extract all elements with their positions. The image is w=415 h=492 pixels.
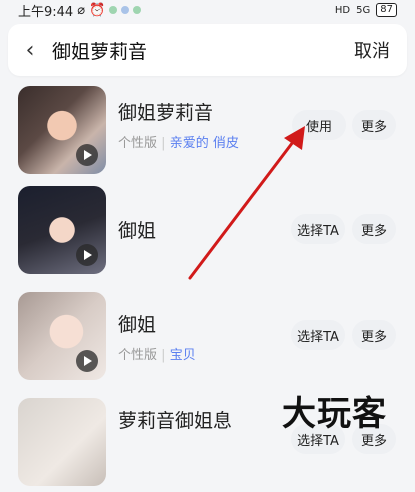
notification-icon bbox=[133, 6, 142, 14]
voice-name: 御姐萝莉音 bbox=[118, 102, 214, 124]
voice-thumbnail[interactable] bbox=[18, 398, 106, 486]
more-button[interactable]: 更多 bbox=[352, 320, 396, 350]
voice-meta: 个性版 | 宝贝 bbox=[118, 348, 196, 363]
voice-name: 御姐 bbox=[118, 314, 157, 336]
voice-tags: 宝贝 bbox=[169, 348, 196, 363]
list-item[interactable]: 御姐 个性版 | 宝贝 选择TA 更多 bbox=[0, 288, 415, 386]
more-button[interactable]: 更多 bbox=[352, 214, 396, 244]
list-item[interactable]: 御姐 选择TA 更多 bbox=[0, 182, 415, 280]
play-icon[interactable] bbox=[76, 350, 98, 372]
alarm-icon: ⏰ bbox=[89, 2, 106, 18]
more-button[interactable]: 更多 bbox=[352, 110, 396, 140]
search-bar: ‹ 御姐萝莉音 取消 bbox=[8, 24, 407, 76]
use-button[interactable]: 使用 bbox=[292, 110, 346, 140]
play-icon[interactable] bbox=[76, 244, 98, 266]
voice-thumbnail[interactable] bbox=[18, 186, 106, 274]
mute-icon: ⌀ bbox=[77, 2, 86, 18]
select-button[interactable]: 选择TA bbox=[291, 214, 345, 244]
cancel-button[interactable]: 取消 bbox=[337, 37, 407, 63]
status-bar: 上午9:44 ⌀ ⏰ HD 5G 87 bbox=[0, 0, 415, 20]
notification-icon bbox=[121, 6, 130, 14]
watermark: 大玩客 bbox=[282, 394, 387, 434]
edition-label: 个性版 bbox=[118, 136, 158, 151]
status-time: 上午9:44 bbox=[18, 4, 74, 20]
select-button[interactable]: 选择TA bbox=[291, 320, 345, 350]
voice-tags: 亲爱的 俏皮 bbox=[169, 136, 239, 151]
notification-icon bbox=[109, 6, 118, 14]
voice-name: 萝莉音御姐息 bbox=[118, 410, 233, 432]
battery-indicator: 87 bbox=[376, 3, 397, 17]
voice-meta: 个性版 | 亲爱的 俏皮 bbox=[118, 136, 239, 151]
search-input[interactable]: 御姐萝莉音 bbox=[52, 37, 337, 64]
signal-indicator: 5G bbox=[356, 4, 371, 16]
edition-label: 个性版 bbox=[118, 348, 158, 363]
voice-thumbnail[interactable] bbox=[18, 292, 106, 380]
voice-thumbnail[interactable] bbox=[18, 86, 106, 174]
list-item[interactable]: 御姐萝莉音 个性版 | 亲爱的 俏皮 使用 更多 bbox=[0, 82, 415, 180]
play-icon[interactable] bbox=[76, 144, 98, 166]
hd-icon: HD bbox=[334, 4, 351, 16]
back-icon[interactable]: ‹ bbox=[8, 24, 52, 76]
voice-name: 御姐 bbox=[118, 220, 157, 242]
